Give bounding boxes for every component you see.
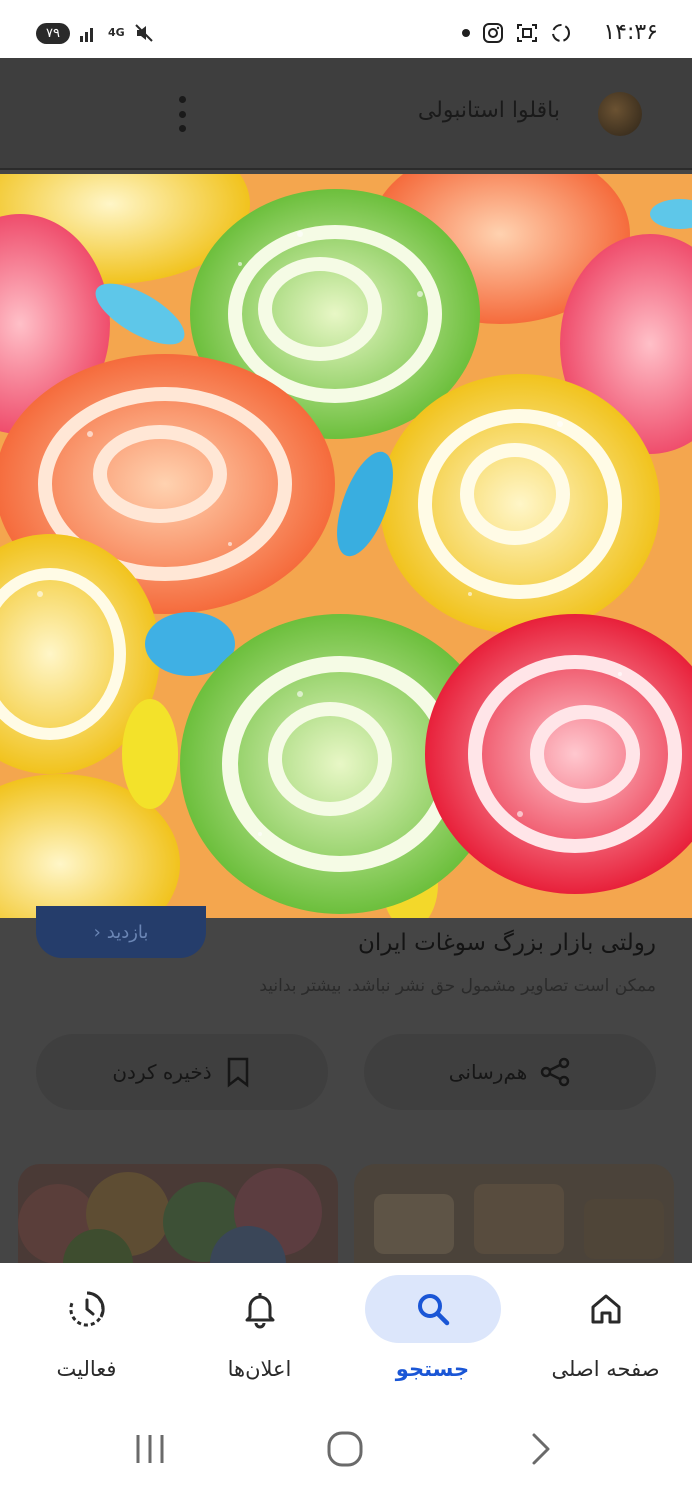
- nav-item-home[interactable]: صفحه اصلی: [519, 1263, 692, 1413]
- nav-label-activity: فعالیت: [56, 1357, 117, 1381]
- share-icon: [541, 1057, 570, 1087]
- viewer-top-bar: باقلوا استانبولی: [0, 58, 692, 170]
- system-navigation-bar: [0, 1413, 692, 1500]
- nav-label-home: صفحه اصلی: [551, 1357, 660, 1381]
- home-circle-icon[interactable]: [325, 1429, 365, 1469]
- copyright-notice[interactable]: ممکن است تصاویر مشمول حق نشر نباشد. بیشت…: [259, 976, 656, 996]
- sync-icon: [552, 24, 570, 42]
- visit-button[interactable]: بازدید ‹: [36, 906, 206, 958]
- store-name[interactable]: باقلوا استانبولی: [418, 98, 560, 123]
- bell-icon-wrap: [192, 1275, 328, 1343]
- screenshot-icon: [517, 24, 537, 42]
- share-button[interactable]: هم‌رسانی: [364, 1034, 656, 1110]
- notification-dot-icon: [462, 29, 470, 37]
- result-image[interactable]: [0, 174, 692, 918]
- network-type: 4G: [107, 26, 125, 39]
- bottom-navigation: صفحه اصلی جستجو اعلان‌ها فعالیت: [0, 1263, 692, 1413]
- home-icon: [591, 1294, 620, 1324]
- status-left: ۷۹ 4G: [36, 22, 155, 44]
- visit-label: بازدید: [106, 921, 149, 943]
- instagram-icon: [483, 23, 503, 43]
- nav-item-activity[interactable]: فعالیت: [0, 1263, 173, 1413]
- bookmark-icon: [227, 1057, 248, 1088]
- save-label: ذخیره کردن: [112, 1060, 212, 1084]
- signal-icon: [79, 28, 93, 42]
- battery-indicator: ۷۹: [36, 22, 70, 44]
- thumbnail-photo: [18, 1164, 338, 1263]
- save-button[interactable]: ذخیره کردن: [36, 1034, 328, 1110]
- search-icon-wrap: [364, 1275, 501, 1343]
- chevron-left-icon: ‹: [93, 921, 101, 943]
- search-icon: [417, 1294, 449, 1326]
- nav-label-search: جستجو: [395, 1357, 470, 1381]
- recent-apps-icon[interactable]: [130, 1429, 170, 1469]
- more-options-icon[interactable]: [172, 96, 192, 132]
- image-viewer-overlay: باقلوا استانبولی بازدید ‹ رولتی بازار بز…: [0, 58, 692, 1263]
- thumbnail-photo: [354, 1164, 674, 1263]
- status-icons: [462, 22, 572, 44]
- related-image-thumbnail[interactable]: [354, 1164, 674, 1263]
- nav-label-notifications: اعلان‌ها: [227, 1357, 292, 1381]
- related-image-thumbnail[interactable]: [18, 1164, 338, 1263]
- nav-item-search[interactable]: جستجو: [346, 1263, 519, 1413]
- home-icon-wrap: [538, 1275, 674, 1343]
- back-icon[interactable]: [520, 1429, 560, 1469]
- activity-icon: [68, 1291, 105, 1327]
- nav-item-notifications[interactable]: اعلان‌ها: [173, 1263, 346, 1413]
- status-bar: ۷۹ 4G ۱۴:۳۶: [0, 0, 692, 58]
- result-title[interactable]: رولتی بازار بزرگ سوغات ایران: [358, 930, 656, 956]
- candy-photo: [0, 174, 692, 918]
- clock: ۱۴:۳۶: [603, 20, 658, 45]
- store-avatar[interactable]: [598, 92, 642, 136]
- bell-icon: [245, 1293, 274, 1329]
- mute-icon: [134, 24, 153, 42]
- activity-icon-wrap: [19, 1275, 155, 1343]
- share-label: هم‌رسانی: [448, 1060, 528, 1084]
